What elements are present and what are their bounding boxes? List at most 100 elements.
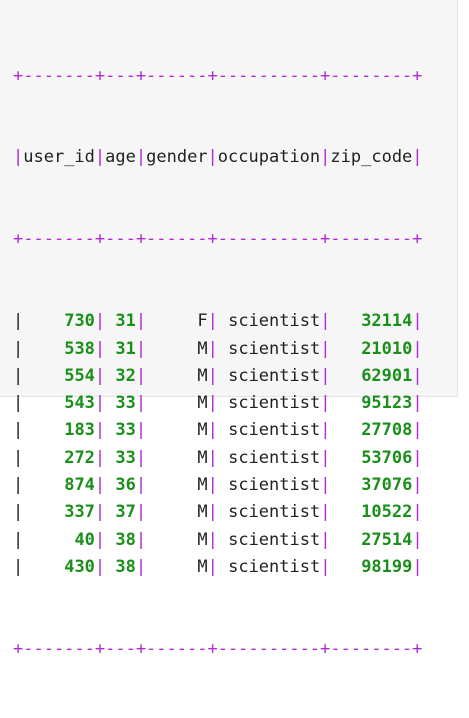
row-pipe: |: [412, 475, 423, 496]
row-pipe: |: [94, 556, 106, 577]
cell-padding: [146, 366, 197, 386]
cell-padding: [105, 475, 115, 495]
cell-user-id: 40: [74, 529, 95, 550]
cell-zip-code: 98199: [361, 556, 413, 577]
cell-padding: [23, 448, 64, 468]
cell-padding: [330, 366, 361, 386]
cell-padding: [146, 420, 197, 440]
table-row: | 538| 31| M| scientist| 21010|: [13, 336, 423, 363]
cell-age: 31: [115, 311, 136, 332]
cell-padding: [23, 502, 64, 522]
table-header-border: +-------+---+------+----------+--------+: [13, 229, 423, 250]
cell-user-id: 183: [64, 420, 95, 441]
row-pipe: |: [135, 393, 147, 414]
cell-age: 37: [115, 502, 136, 523]
row-pipe: |: [412, 556, 423, 577]
header-pipe: |: [207, 147, 218, 168]
row-pipe: |: [207, 338, 218, 359]
row-pipe: |: [207, 529, 218, 550]
cell-age: 32: [115, 365, 136, 386]
cell-user-id: 730: [64, 311, 95, 332]
cell-padding: [330, 311, 361, 331]
row-pipe: |: [94, 447, 106, 468]
cell-user-id: 272: [64, 447, 95, 468]
cell-padding: [330, 502, 361, 522]
row-pipe: |: [94, 420, 106, 441]
cell-age: 36: [115, 475, 136, 496]
cell-padding: [105, 339, 115, 359]
cell-gender: M: [197, 502, 208, 523]
cell-padding: [330, 420, 361, 440]
row-pipe: |: [94, 311, 106, 332]
row-pipe: |: [13, 311, 24, 332]
table-row: | 430| 38| M| scientist| 98199|: [13, 554, 423, 581]
row-pipe: |: [13, 365, 24, 386]
cell-gender: F: [197, 311, 208, 332]
row-pipe: |: [13, 338, 24, 359]
row-pipe: |: [320, 447, 331, 468]
row-pipe: |: [13, 447, 24, 468]
cell-zip-code: 21010: [361, 338, 413, 359]
row-pipe: |: [94, 338, 106, 359]
cell-padding: [105, 311, 115, 331]
header-pipe: |: [320, 147, 331, 168]
row-pipe: |: [320, 475, 331, 496]
cell-occupation: scientist: [228, 365, 321, 386]
row-pipe: |: [135, 311, 147, 332]
cell-zip-code: 62901: [361, 365, 413, 386]
cell-gender: M: [197, 447, 208, 468]
cell-user-id: 538: [64, 338, 95, 359]
cell-user-id: 554: [64, 365, 95, 386]
header-pipe: |: [412, 147, 423, 168]
cell-padding: [146, 475, 197, 495]
header-gender: gender: [146, 147, 208, 168]
cell-user-id: 337: [64, 502, 95, 523]
cell-padding: [105, 557, 115, 577]
cell-padding: [146, 502, 197, 522]
cell-padding: [23, 311, 64, 331]
output-panel: +-------+---+------+----------+--------+…: [0, 0, 458, 659]
cell-zip-code: 95123: [361, 393, 413, 414]
cell-zip-code: 37076: [361, 475, 413, 496]
table-body: | 730| 31| F| scientist| 32114| | 538| 31…: [13, 308, 423, 581]
row-pipe: |: [135, 475, 147, 496]
row-pipe: |: [135, 420, 147, 441]
row-pipe: |: [13, 556, 24, 577]
row-pipe: |: [94, 393, 106, 414]
cell-padding: [218, 475, 228, 495]
cell-padding: [23, 393, 64, 413]
cell-padding: [23, 420, 64, 440]
cell-padding: [146, 393, 197, 413]
dataframe-table: +-------+---+------+----------+--------+…: [13, 8, 423, 718]
row-pipe: |: [320, 420, 331, 441]
cell-age: 31: [115, 338, 136, 359]
row-pipe: |: [94, 475, 106, 496]
row-pipe: |: [320, 502, 331, 523]
row-pipe: |: [207, 447, 218, 468]
cell-age: 33: [115, 420, 136, 441]
cell-padding: [218, 311, 228, 331]
cell-age: 38: [115, 556, 136, 577]
table-row: | 543| 33| M| scientist| 95123|: [13, 390, 423, 417]
cell-padding: [23, 475, 64, 495]
row-pipe: |: [207, 556, 218, 577]
cell-padding: [105, 393, 115, 413]
header-zip-code: zip_code: [330, 147, 413, 168]
cell-padding: [105, 448, 115, 468]
cell-padding: [330, 475, 361, 495]
cell-gender: M: [197, 393, 208, 414]
cell-gender: M: [197, 365, 208, 386]
row-pipe: |: [320, 529, 331, 550]
header-user-id: user_id: [23, 147, 95, 168]
row-pipe: |: [94, 529, 106, 550]
table-row: | 272| 33| M| scientist| 53706|: [13, 445, 423, 472]
cell-padding: [218, 448, 228, 468]
row-pipe: |: [135, 502, 147, 523]
cell-zip-code: 32114: [361, 311, 413, 332]
cell-padding: [146, 530, 197, 550]
row-pipe: |: [135, 365, 147, 386]
cell-padding: [23, 530, 74, 550]
cell-occupation: scientist: [228, 420, 321, 441]
table-row: | 40| 38| M| scientist| 27514|: [13, 527, 423, 554]
row-pipe: |: [320, 365, 331, 386]
